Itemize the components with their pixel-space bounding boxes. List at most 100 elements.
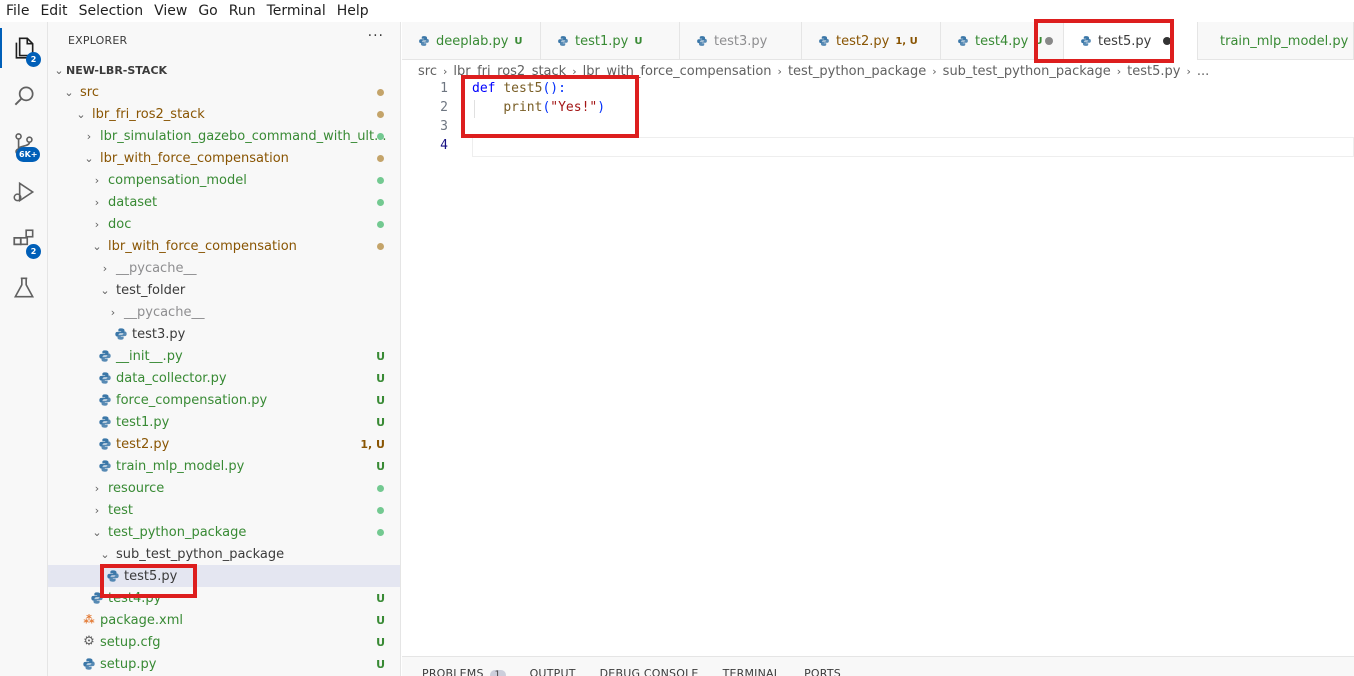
chevron-right-icon: › xyxy=(94,173,100,187)
status-dot-icon xyxy=(377,88,384,96)
python-file-icon xyxy=(99,416,111,428)
file-item[interactable]: test3.py xyxy=(48,323,400,345)
folder-item[interactable]: › test xyxy=(48,499,400,521)
tree-item-label: sub_test_python_package xyxy=(116,546,285,562)
tab-train_mlp_model-py[interactable]: train_mlp_model.pyU xyxy=(1198,22,1354,60)
source-control-activity-button[interactable]: 6K+ xyxy=(0,120,48,168)
status-dot-icon xyxy=(377,198,384,206)
menu-selection[interactable]: Selection xyxy=(79,3,144,19)
menu-view[interactable]: View xyxy=(154,3,187,19)
current-line-highlight xyxy=(472,137,1354,157)
file-item[interactable]: test1.py U xyxy=(48,411,400,433)
breadcrumb-item[interactable]: ... xyxy=(1197,64,1209,79)
tab-test2-py[interactable]: test2.py 1, U xyxy=(802,22,941,60)
tree-item-label: data_collector.py xyxy=(116,370,227,386)
source-control-badge: 6K+ xyxy=(16,147,41,162)
folder-item[interactable]: › lbr_simulation_gazebo_command_with_ult.… xyxy=(48,125,400,147)
more-actions-icon[interactable]: ··· xyxy=(368,28,384,44)
folder-item[interactable]: › resource xyxy=(48,477,400,499)
explorer-activity-button[interactable]: 2 xyxy=(0,24,48,72)
file-item[interactable]: setup.py U xyxy=(48,653,400,675)
tab-ports[interactable]: PORTS xyxy=(804,667,841,676)
folder-item[interactable]: › __pycache__ xyxy=(48,257,400,279)
folder-item[interactable]: ⌄ sub_test_python_package xyxy=(48,543,400,565)
tree-item-label: __pycache__ xyxy=(116,260,197,276)
folder-item[interactable]: › __pycache__ xyxy=(48,301,400,323)
breadcrumb-item[interactable]: src xyxy=(418,64,437,79)
tab-debug-console[interactable]: DEBUG CONSOLE xyxy=(600,667,699,676)
chevron-right-icon: › xyxy=(777,64,782,78)
breadcrumb-item[interactable]: sub_test_python_package xyxy=(943,64,1111,79)
tree-item-label: train_mlp_model.py xyxy=(116,458,245,474)
folder-item[interactable]: › dataset xyxy=(48,191,400,213)
tab-deeplab-py[interactable]: deeplab.py U xyxy=(402,22,541,60)
workspace-root[interactable]: ⌄ NEW-LBR-STACK xyxy=(48,59,400,81)
file-item[interactable]: force_compensation.py U xyxy=(48,389,400,411)
breadcrumb-item[interactable]: test5.py xyxy=(1127,64,1180,79)
tree-item-label: test3.py xyxy=(132,326,186,342)
breadcrumb-item[interactable]: test_python_package xyxy=(788,64,926,79)
testing-activity-button[interactable] xyxy=(0,264,48,312)
explorer-title: EXPLORER xyxy=(68,34,128,47)
file-item[interactable]: data_collector.py U xyxy=(48,367,400,389)
tree-item-label: dataset xyxy=(108,194,158,210)
git-status-badge: U xyxy=(376,657,385,671)
chevron-right-icon: › xyxy=(1116,64,1122,78)
tree-item-label: test_python_package xyxy=(108,524,247,540)
tab-label: test2.py xyxy=(836,33,890,49)
highlight-box-code xyxy=(461,75,639,138)
tab-problems[interactable]: PROBLEMS 1 xyxy=(422,667,506,676)
tab-test1-py[interactable]: test1.py U xyxy=(541,22,680,60)
file-item[interactable]: ⚙ setup.cfg U xyxy=(48,631,400,653)
folder-item[interactable]: ⌄ test_python_package xyxy=(48,521,400,543)
python-file-icon xyxy=(99,438,111,450)
folder-item[interactable]: ⌄ lbr_fri_ros2_stack xyxy=(48,103,400,125)
python-file-icon xyxy=(83,658,95,670)
run-debug-icon xyxy=(13,181,35,203)
git-status-badge: U xyxy=(634,35,643,47)
run-debug-activity-button[interactable] xyxy=(0,168,48,216)
folder-item[interactable]: › doc xyxy=(48,213,400,235)
git-status-badge: U xyxy=(376,613,385,627)
menu-run[interactable]: Run xyxy=(229,3,256,19)
git-status-badge: U xyxy=(376,371,385,385)
gear-icon: ⚙ xyxy=(83,634,95,649)
tree-item-label: __init__.py xyxy=(116,348,183,364)
menu-edit[interactable]: Edit xyxy=(40,3,67,19)
python-file-icon xyxy=(558,36,568,46)
tab-label: deeplab.py xyxy=(436,33,509,49)
folder-item[interactable]: ⌄ lbr_with_force_compensation xyxy=(48,235,400,257)
workspace-root-label: NEW-LBR-STACK xyxy=(66,63,168,77)
file-item[interactable]: ⁂ package.xml U xyxy=(48,609,400,631)
python-file-icon xyxy=(99,394,111,406)
status-dot-icon xyxy=(377,242,384,250)
menu-help[interactable]: Help xyxy=(337,3,369,19)
git-status-badge: 1, U xyxy=(360,437,385,451)
extensions-activity-button[interactable]: 2 xyxy=(0,216,48,264)
chevron-right-icon: › xyxy=(110,305,116,319)
file-item[interactable]: __init__.py U xyxy=(48,345,400,367)
menu-go[interactable]: Go xyxy=(198,3,217,19)
python-file-icon xyxy=(99,350,111,362)
tree-item-label: test1.py xyxy=(116,414,170,430)
menu-file[interactable]: File xyxy=(6,3,29,19)
chevron-down-icon: ⌄ xyxy=(54,63,64,77)
tab-terminal[interactable]: TERMINAL xyxy=(723,667,781,676)
tab-output[interactable]: OUTPUT xyxy=(530,667,576,676)
tab-label: test3.py xyxy=(714,33,768,49)
folder-item[interactable]: › compensation_model xyxy=(48,169,400,191)
tab-test3-py[interactable]: test3.py xyxy=(680,22,802,60)
status-dot-icon xyxy=(377,506,384,514)
python-file-icon xyxy=(115,328,127,340)
chevron-right-icon: › xyxy=(102,261,108,275)
file-item[interactable]: train_mlp_model.py U xyxy=(48,455,400,477)
file-item[interactable]: test2.py 1, U xyxy=(48,433,400,455)
tree-item-label: __pycache__ xyxy=(124,304,205,320)
search-activity-button[interactable] xyxy=(0,72,48,120)
chevron-right-icon: › xyxy=(442,64,448,78)
folder-item[interactable]: ⌄ src xyxy=(48,81,400,103)
folder-item[interactable]: ⌄ test_folder xyxy=(48,279,400,301)
extensions-badge: 2 xyxy=(26,244,41,259)
menu-terminal[interactable]: Terminal xyxy=(267,3,326,19)
folder-item[interactable]: ⌄ lbr_with_force_compensation xyxy=(48,147,400,169)
